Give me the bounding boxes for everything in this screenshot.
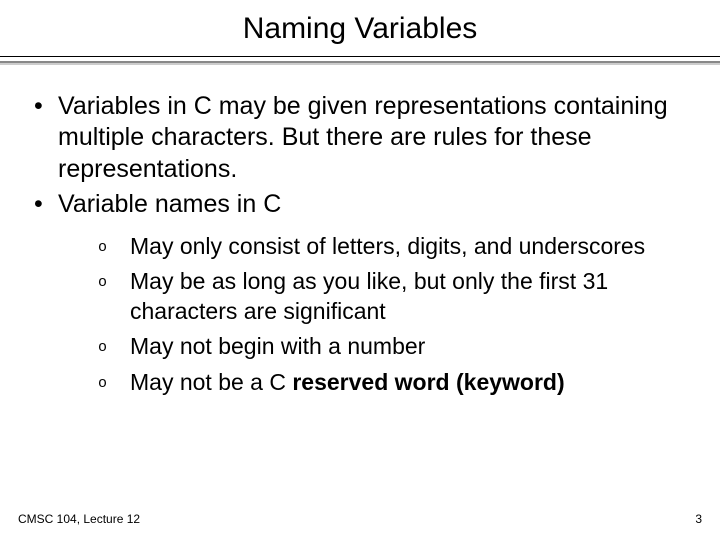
slide-title: Naming Variables xyxy=(0,0,720,56)
bullet-item: Variables in C may be given representati… xyxy=(30,91,690,185)
sub-marker: o xyxy=(98,338,107,357)
sub-bullet-bold: reserved word (keyword) xyxy=(292,369,564,395)
sub-bullet-text: May only consist of letters, digits, and… xyxy=(130,233,645,259)
sub-marker: o xyxy=(98,374,107,393)
bullet-text: Variables in C may be given representati… xyxy=(58,92,668,183)
sub-bullet-list: o May only consist of letters, digits, a… xyxy=(58,232,690,397)
bullet-list: Variables in C may be given representati… xyxy=(30,91,690,397)
sub-bullet-item: o May not be a C reserved word (keyword) xyxy=(94,368,690,397)
slide: Naming Variables Variables in C may be g… xyxy=(0,0,720,540)
sub-marker: o xyxy=(98,238,107,257)
sub-bullet-item: o May only consist of letters, digits, a… xyxy=(94,232,690,261)
slide-body: Variables in C may be given representati… xyxy=(0,63,720,397)
sub-bullet-item: o May not begin with a number xyxy=(94,332,690,361)
sub-bullet-item: o May be as long as you like, but only t… xyxy=(94,267,690,326)
sub-bullet-text: May be as long as you like, but only the… xyxy=(130,268,608,323)
footer-left: CMSC 104, Lecture 12 xyxy=(18,512,140,526)
footer-page-number: 3 xyxy=(695,512,702,526)
sub-marker: o xyxy=(98,273,107,292)
sub-bullet-text: May not be a C xyxy=(130,369,292,395)
bullet-item: Variable names in C o May only consist o… xyxy=(30,189,690,397)
sub-bullet-text: May not begin with a number xyxy=(130,333,425,359)
bullet-text: Variable names in C xyxy=(58,190,281,218)
title-rule xyxy=(0,56,720,63)
